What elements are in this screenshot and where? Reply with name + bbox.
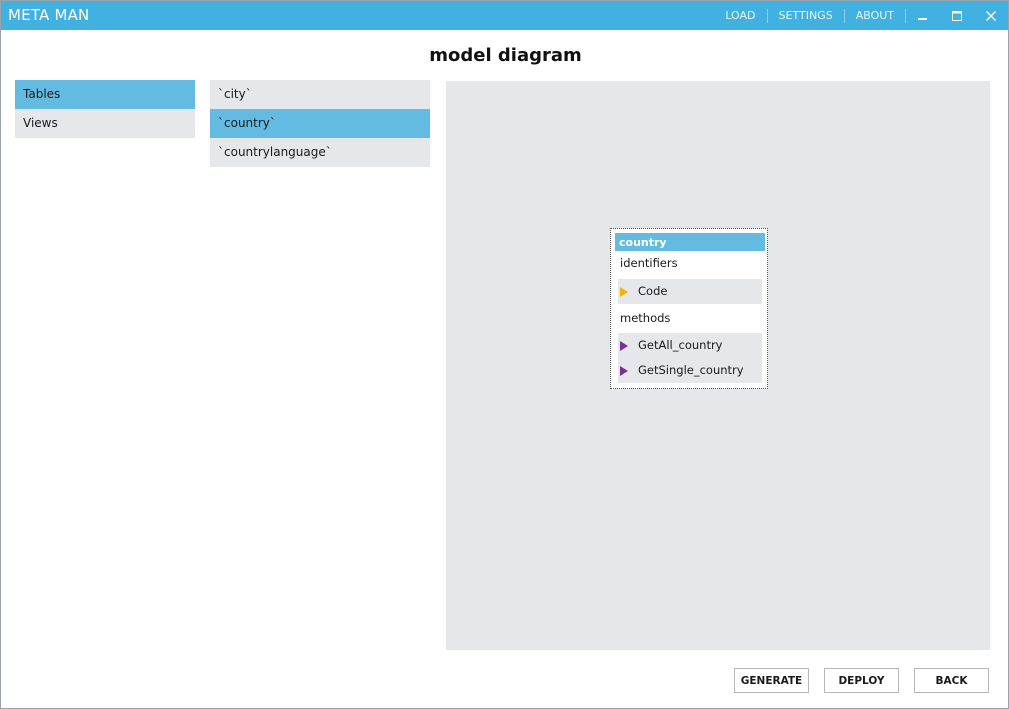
entity-header: country: [615, 233, 765, 251]
maximize-button[interactable]: [940, 1, 974, 30]
category-list: Tables Views: [15, 80, 195, 138]
identifier-item[interactable]: Code: [618, 279, 762, 304]
methods-label: methods: [620, 311, 671, 325]
identifiers-box: Code: [618, 279, 762, 304]
table-item-country[interactable]: `country`: [210, 109, 430, 138]
method-item[interactable]: GetSingle_country: [618, 358, 762, 383]
app-window: META MAN LOAD SETTINGS ABOUT model diagr…: [0, 0, 1009, 709]
methods-box: GetAll_country GetSingle_country: [618, 333, 762, 383]
top-nav: LOAD SETTINGS ABOUT: [714, 1, 1008, 30]
minimize-button[interactable]: [906, 1, 940, 30]
identifier-label: Code: [638, 284, 668, 298]
close-button[interactable]: [974, 1, 1008, 30]
page-title: model diagram: [429, 45, 582, 66]
title-bar[interactable]: META MAN LOAD SETTINGS ABOUT: [1, 1, 1008, 30]
method-icon: [620, 366, 628, 376]
app-title: META MAN: [8, 6, 90, 24]
back-button[interactable]: BACK: [914, 668, 989, 693]
category-item-views[interactable]: Views: [15, 109, 195, 138]
generate-button[interactable]: GENERATE: [734, 668, 809, 693]
diagram-canvas[interactable]: country identifiers Code methods GetAll_…: [446, 81, 990, 650]
method-label: GetSingle_country: [638, 363, 744, 377]
entity-box-country[interactable]: country identifiers Code methods GetAll_…: [610, 228, 768, 389]
minimize-icon: [918, 17, 927, 20]
identifiers-label: identifiers: [620, 256, 678, 270]
method-item[interactable]: GetAll_country: [618, 333, 762, 358]
table-item-city[interactable]: `city`: [210, 80, 430, 109]
about-link[interactable]: ABOUT: [845, 8, 906, 23]
maximize-icon: [952, 10, 962, 21]
table-item-countrylanguage[interactable]: `countrylanguage`: [210, 138, 430, 167]
table-list: `city` `country` `countrylanguage`: [210, 80, 430, 167]
method-icon: [620, 341, 628, 351]
method-label: GetAll_country: [638, 338, 723, 352]
key-icon: [620, 287, 628, 297]
category-item-tables[interactable]: Tables: [15, 80, 195, 109]
load-link[interactable]: LOAD: [714, 8, 768, 23]
close-icon: [986, 10, 996, 21]
deploy-button[interactable]: DEPLOY: [824, 668, 899, 693]
settings-link[interactable]: SETTINGS: [768, 8, 845, 23]
